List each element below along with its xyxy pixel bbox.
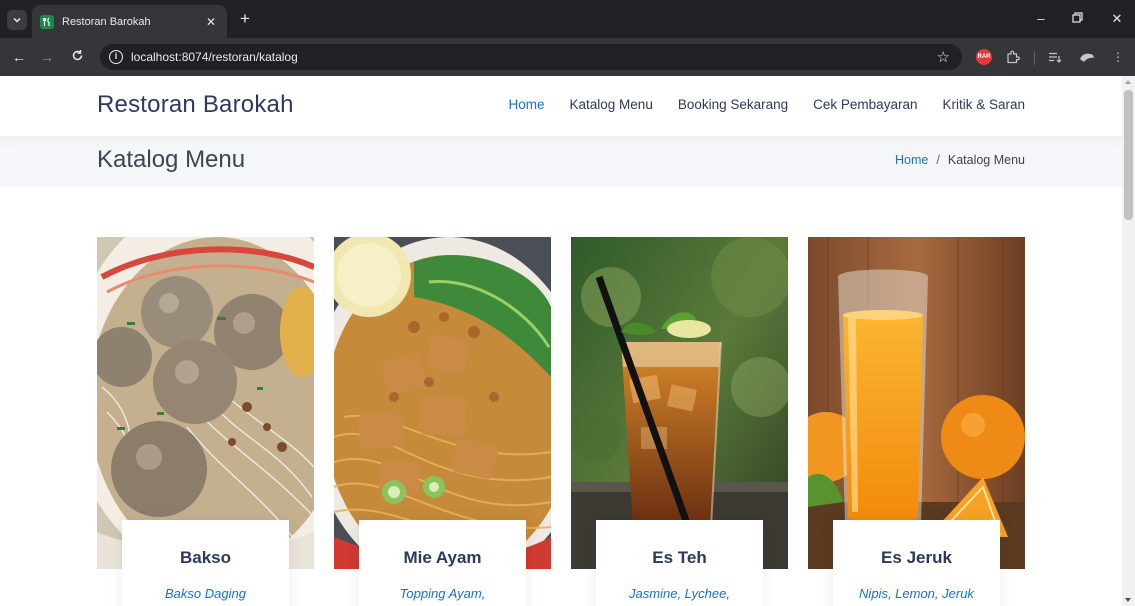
menu-item-description: Nipis, Lemon, Jeruk (859, 586, 974, 601)
new-tab-button[interactable]: + (236, 10, 254, 28)
profile-avatar-icon[interactable] (1079, 49, 1095, 65)
minimize-button[interactable]: – (1032, 11, 1050, 26)
menu-card[interactable]: Es Teh Jasmine, Lychee, (571, 237, 788, 606)
forward-button[interactable]: → (38, 49, 56, 65)
menu-item-description: Topping Ayam, (399, 586, 486, 601)
nav-kritik-saran[interactable]: Kritik & Saran (942, 97, 1025, 112)
url-text: localhost:8074/restoran/katalog (131, 50, 298, 64)
rar-extension-icon[interactable]: RAR (976, 49, 992, 65)
menu-item-name: Mie Ayam (403, 548, 482, 567)
page-scrollbar[interactable] (1122, 76, 1135, 606)
menu-card-info: Es Jeruk Nipis, Lemon, Jeruk (833, 520, 1000, 606)
restaurant-favicon-icon (40, 14, 54, 29)
menu-item-name: Es Jeruk (881, 548, 952, 567)
menu-item-name: Bakso (179, 548, 232, 567)
main-nav: Home Katalog Menu Booking Sekarang Cek P… (509, 97, 1026, 112)
restore-button[interactable] (1068, 11, 1086, 26)
breadcrumb-current: Katalog Menu (947, 153, 1025, 167)
browser-tab[interactable]: Restoran Barokah ✕ (32, 5, 227, 38)
menu-card-info: Es Teh Jasmine, Lychee, (596, 520, 763, 606)
nav-katalog-menu[interactable]: Katalog Menu (570, 97, 653, 112)
scrollbar-thumb[interactable] (1124, 90, 1133, 220)
menu-card[interactable]: Es Jeruk Nipis, Lemon, Jeruk (808, 237, 1025, 606)
menu-card[interactable]: Bakso Bakso Daging (97, 237, 314, 606)
restore-icon (1071, 12, 1083, 23)
breadcrumb: Home / Katalog Menu (895, 153, 1025, 167)
browser-menu-icon[interactable]: ⋮ (1110, 49, 1126, 65)
tab-search-button[interactable] (7, 10, 27, 30)
tab-title: Restoran Barokah (62, 15, 151, 28)
menu-card-info: Bakso Bakso Daging (122, 520, 289, 606)
breadcrumb-home-link[interactable]: Home (895, 153, 928, 167)
breadcrumb-separator: / (936, 153, 940, 167)
breadcrumb-section: Katalog Menu Home / Katalog Menu (0, 136, 1122, 187)
toolbar-separator (1034, 51, 1035, 65)
chevron-down-icon (13, 17, 21, 23)
nav-home[interactable]: Home (509, 97, 545, 112)
extensions-puzzle-icon[interactable] (1005, 49, 1021, 65)
tab-close-icon[interactable]: ✕ (203, 15, 219, 29)
reading-list-icon[interactable] (1047, 49, 1063, 65)
reload-button[interactable] (68, 49, 86, 65)
bookmark-star-icon[interactable]: ☆ (937, 48, 950, 66)
address-bar[interactable]: i localhost:8074/restoran/katalog ☆ (100, 44, 962, 70)
menu-item-name: Es Teh (652, 548, 707, 567)
menu-card[interactable]: Mie Ayam Topping Ayam, (334, 237, 551, 606)
menu-catalog: Bakso Bakso Daging Mie Ayam Topping Ayam… (97, 237, 1025, 606)
reload-icon (72, 50, 82, 61)
scroll-down-arrow-icon[interactable] (1125, 598, 1131, 602)
site-info-icon[interactable]: i (109, 50, 123, 64)
menu-item-description: Jasmine, Lychee, (629, 586, 730, 601)
site-header: Restoran Barokah Home Katalog Menu Booki… (0, 76, 1122, 136)
nav-booking-sekarang[interactable]: Booking Sekarang (678, 97, 788, 112)
page-viewport: Restoran Barokah Home Katalog Menu Booki… (0, 76, 1122, 606)
menu-card-info: Mie Ayam Topping Ayam, (359, 520, 526, 606)
brand-logo[interactable]: Restoran Barokah (97, 91, 294, 119)
back-button[interactable]: ← (10, 49, 28, 65)
page-title: Katalog Menu (97, 146, 246, 173)
menu-item-description: Bakso Daging (165, 586, 246, 601)
browser-toolbar: ← → i localhost:8074/restoran/katalog ☆ … (0, 38, 1135, 76)
browser-tabstrip: Restoran Barokah ✕ + – ✕ (0, 0, 1135, 38)
scroll-up-arrow-icon[interactable] (1125, 80, 1131, 84)
window-close-button[interactable]: ✕ (1108, 11, 1126, 27)
nav-cek-pembayaran[interactable]: Cek Pembayaran (813, 97, 917, 112)
